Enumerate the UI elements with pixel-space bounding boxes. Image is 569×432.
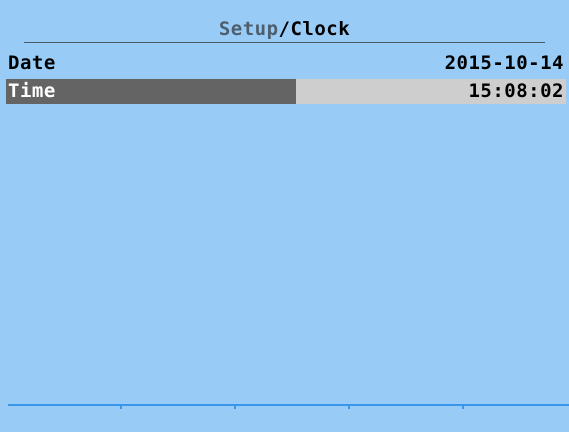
date-label: Date [8,52,56,74]
softkey-divider-tick [348,406,350,409]
breadcrumb-setup[interactable]: Setup [219,18,279,40]
softkey-divider-tick [234,406,236,409]
date-value[interactable]: 2015-10-14 [445,51,564,76]
date-row[interactable]: Date 2015-10-14 [6,51,566,76]
breadcrumb-clock: Clock [290,18,351,40]
time-label: Time [8,80,56,102]
time-value[interactable]: 15:08:02 [468,79,564,104]
time-row[interactable]: Time 15:08:02 [6,79,566,104]
clock-setup-screen: Setup/Clock Date 2015-10-14 Time 15:08:0… [0,0,569,432]
softkey-divider-tick [120,406,122,409]
softkey-bar-divider [8,404,569,406]
breadcrumb-separator: / [278,18,291,40]
softkey-divider-tick [462,406,464,409]
page-title: Setup/Clock [0,16,569,42]
header-divider [24,42,545,43]
